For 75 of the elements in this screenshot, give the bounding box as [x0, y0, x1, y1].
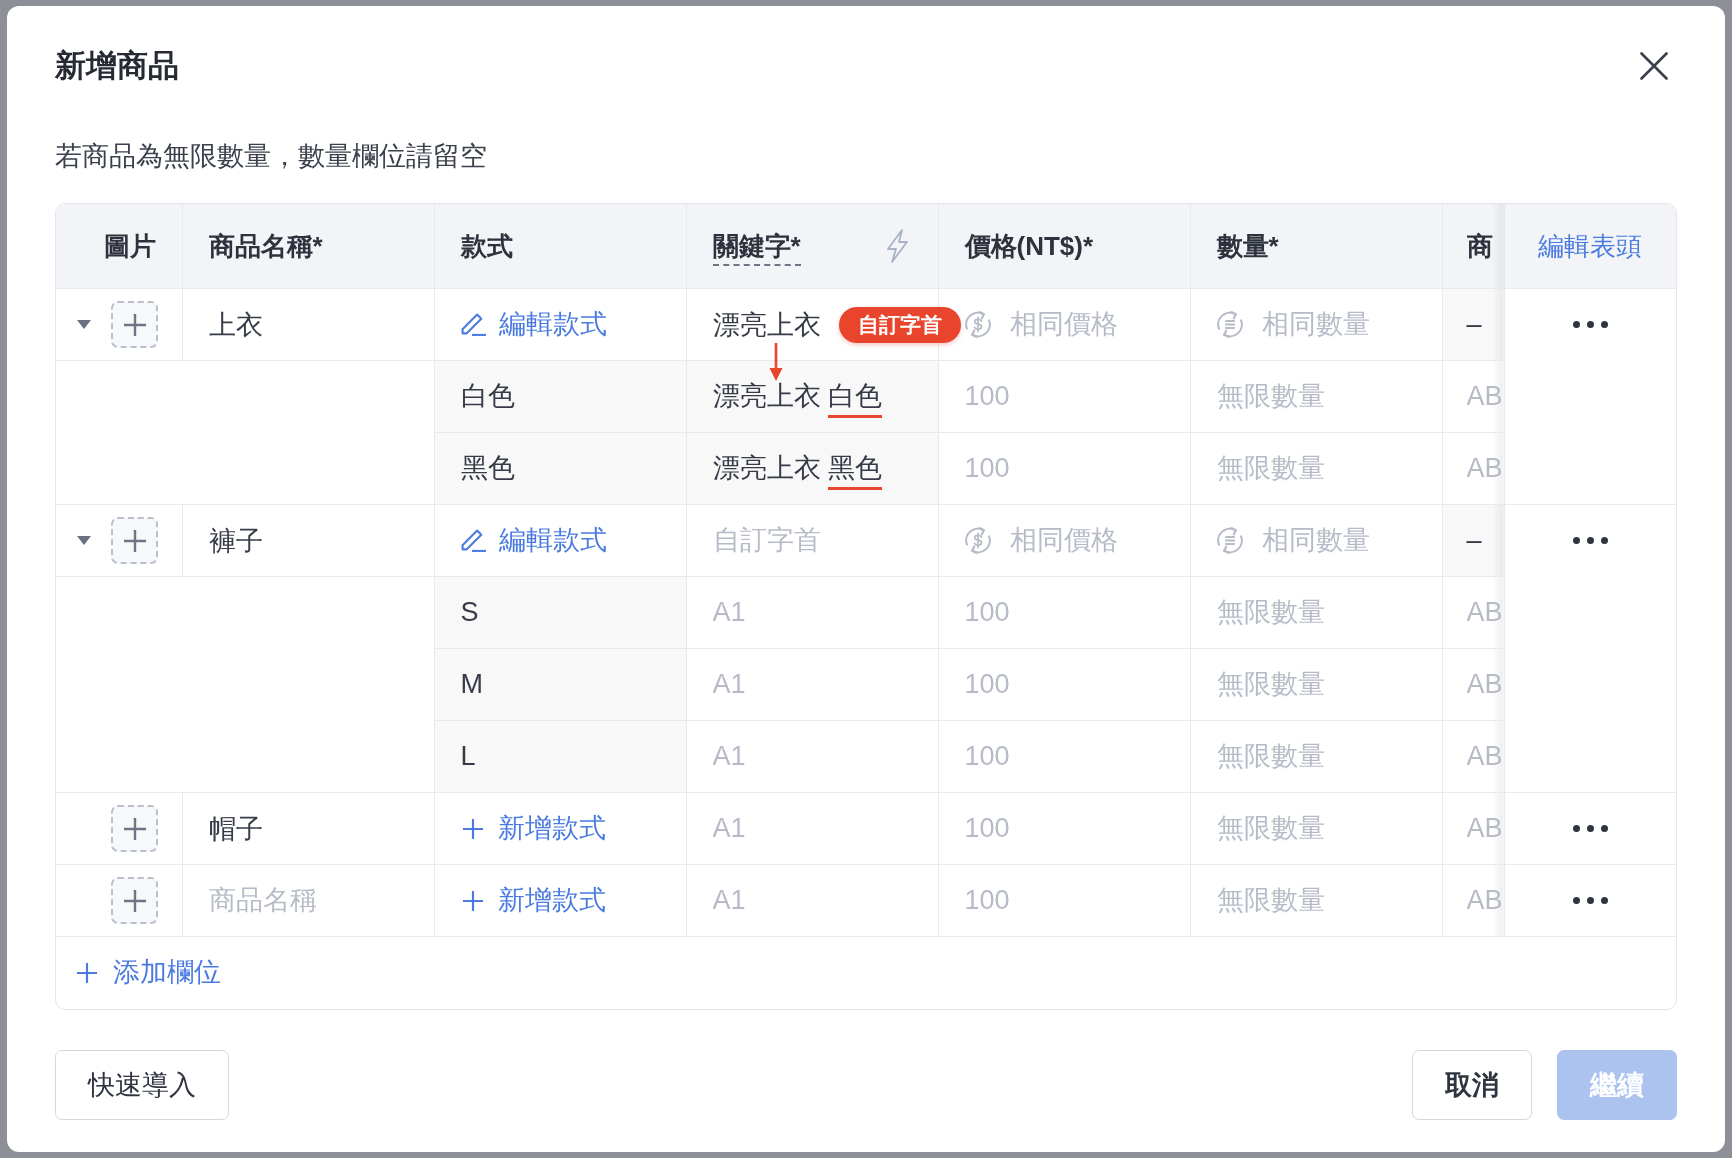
dash-text: – [1466, 307, 1482, 341]
hint-text: 若商品為無限數量，數量欄位請留空 [55, 140, 488, 173]
plus-icon [77, 963, 97, 983]
price-field[interactable]: 100 [938, 433, 1190, 504]
product-name-field[interactable]: 商品名稱 [182, 865, 434, 936]
column-field[interactable]: AB [1442, 361, 1504, 432]
cancel-button[interactable]: 取消 [1412, 1050, 1532, 1120]
product-name-field[interactable]: 上衣 [182, 289, 434, 360]
product-name-field[interactable]: 褲子 [182, 505, 434, 576]
column-header: 款式 [460, 229, 513, 263]
add-image-button[interactable] [111, 517, 158, 564]
dollar-cycle-icon [964, 527, 991, 554]
lines-cycle-icon [1216, 311, 1243, 338]
column-header: 圖片 [103, 229, 156, 263]
column-field[interactable]: AB [1442, 649, 1504, 720]
column-field[interactable]: AB [1442, 865, 1504, 936]
variant-name: 黑色 [460, 451, 515, 485]
close-icon[interactable] [1640, 52, 1668, 80]
dollar-cycle-icon [964, 311, 991, 338]
price-field[interactable]: 100 [938, 793, 1190, 864]
quantity-field[interactable]: 無限數量 [1190, 793, 1442, 864]
add-image-button[interactable] [111, 301, 158, 348]
quantity-field[interactable]: 無限數量 [1190, 721, 1442, 792]
keyword-field[interactable]: 自訂字首 [686, 505, 938, 576]
quantity-field[interactable]: 無限數量 [1190, 361, 1442, 432]
variant-name: 白色 [460, 379, 515, 413]
pencil-icon [460, 529, 486, 552]
column-header: 商 [1466, 229, 1493, 263]
caret-down-icon[interactable] [77, 320, 91, 329]
quantity-field[interactable]: 無限數量 [1190, 649, 1442, 720]
product-name-field[interactable]: 帽子 [182, 793, 434, 864]
column-header: 關鍵字* [712, 229, 801, 267]
quantity-field[interactable]: 無限數量 [1190, 865, 1442, 936]
add-image-button[interactable] [111, 877, 158, 924]
variant-name: M [460, 667, 483, 701]
plus-icon [123, 817, 146, 840]
column-header: 價格(NT$)* [964, 229, 1094, 263]
more-icon[interactable] [1572, 897, 1608, 904]
plus-icon [123, 313, 146, 336]
more-icon[interactable] [1572, 825, 1608, 832]
price-field[interactable]: 100 [938, 577, 1190, 648]
price-field[interactable]: 100 [938, 649, 1190, 720]
variant-name: S [460, 595, 479, 629]
more-icon[interactable] [1572, 537, 1608, 544]
column-header: 數量* [1216, 229, 1279, 263]
price-field[interactable]: 100 [938, 721, 1190, 792]
add-column-link[interactable]: 添加欄位 [77, 956, 221, 990]
column-header: 商品名稱* [208, 229, 323, 263]
edit-header-link[interactable]: 編輯表頭 [1538, 229, 1643, 263]
import-button[interactable]: 快速導入 [55, 1050, 229, 1120]
keyword-field[interactable]: A1 [686, 793, 938, 864]
column-field[interactable]: AB [1442, 793, 1504, 864]
column-field[interactable]: AB [1442, 433, 1504, 504]
column-field[interactable]: AB [1442, 577, 1504, 648]
caret-down-icon[interactable] [77, 536, 91, 545]
dash-text: – [1466, 523, 1482, 557]
column-field[interactable]: AB [1442, 721, 1504, 792]
keyword-field[interactable]: A1 [686, 865, 938, 936]
keyword-field[interactable]: A1 [686, 721, 938, 792]
plus-icon [462, 890, 483, 911]
keyword-field[interactable]: A1 [686, 649, 938, 720]
price-field[interactable]: 100 [938, 361, 1190, 432]
plus-icon [123, 889, 146, 912]
plus-icon [123, 529, 146, 552]
quantity-field[interactable]: 無限數量 [1190, 433, 1442, 504]
plus-icon [462, 818, 483, 839]
lines-cycle-icon [1216, 527, 1243, 554]
quantity-field[interactable]: 無限數量 [1190, 577, 1442, 648]
dialog-title: 新增商品 [55, 47, 179, 85]
keyword-field[interactable]: A1 [686, 577, 938, 648]
add-image-button[interactable] [111, 805, 158, 852]
variant-name: L [460, 739, 476, 773]
more-icon[interactable] [1572, 321, 1608, 328]
pencil-icon [460, 313, 486, 336]
price-field[interactable]: 100 [938, 865, 1190, 936]
